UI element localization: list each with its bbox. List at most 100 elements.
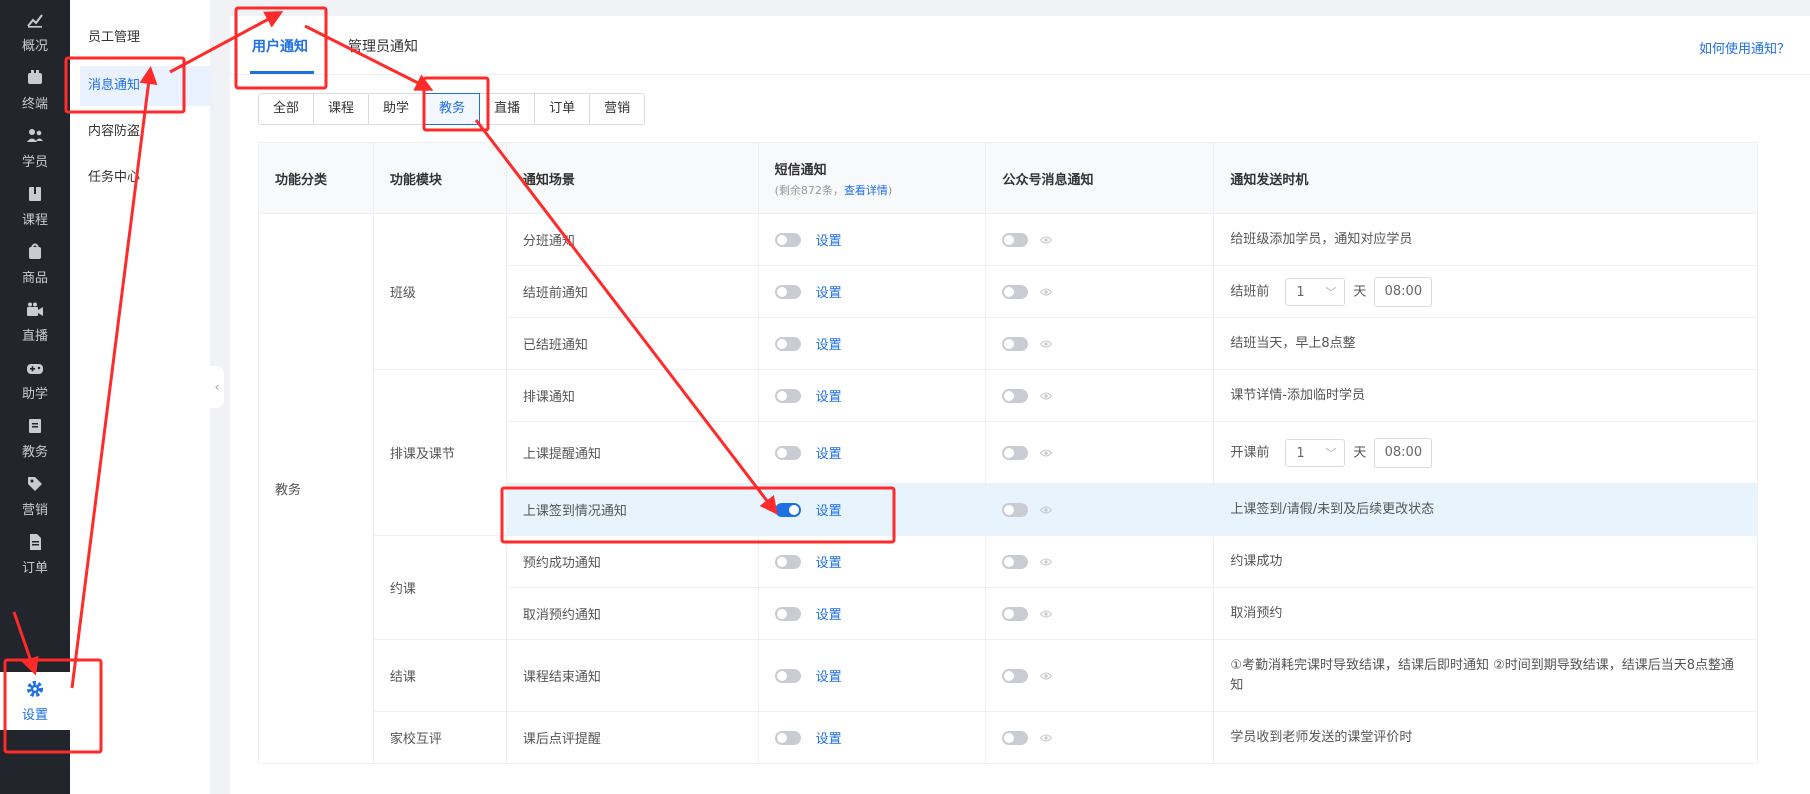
notification-tabs: 用户通知 管理员通知 如何使用通知？ [230, 16, 1810, 75]
nav-terminal[interactable]: 终端 [0, 60, 70, 120]
nav-live[interactable]: 直播 [0, 292, 70, 352]
wechat-toggle[interactable] [1002, 502, 1029, 517]
sms-settings-link[interactable]: 设置 [816, 286, 842, 301]
wechat-toggle[interactable] [1002, 388, 1029, 403]
filter-order[interactable]: 订单 [535, 94, 591, 124]
chevron-down-icon: ﹀ [1325, 285, 1337, 299]
tag-icon [28, 477, 42, 491]
sms-toggle[interactable] [774, 388, 801, 403]
sms-toggle[interactable] [774, 336, 801, 351]
gear-icon [27, 681, 43, 697]
eye-icon[interactable] [1040, 734, 1053, 742]
scene-cell: 上课提醒通知 [505, 421, 759, 484]
timing-cell: 开课前 1 ﹀ 天 08:00 [1213, 421, 1758, 484]
eye-icon[interactable] [1040, 340, 1053, 348]
wechat-toggle[interactable] [1002, 554, 1029, 569]
wechat-toggle[interactable] [1002, 284, 1029, 299]
day-unit: 天 [1353, 445, 1367, 460]
time-picker[interactable]: 08:00 [1374, 276, 1433, 307]
timing-cell: 结班前 1 ﹀ 天 08:00 [1213, 265, 1758, 318]
table-header-row: 功能分类 功能模块 通知场景 短信通知 (剩余872条，查看详情) 公众号消息通… [258, 142, 1758, 214]
sms-settings-link[interactable]: 设置 [816, 338, 842, 353]
wechat-toggle[interactable] [1002, 336, 1029, 351]
nav-assist[interactable]: 助学 [0, 350, 70, 410]
nav-students[interactable]: 学员 [0, 118, 70, 178]
sms-cell: 设置 [757, 213, 987, 266]
terminal-icon [28, 70, 42, 84]
sms-settings-link[interactable]: 设置 [816, 504, 842, 519]
sms-toggle[interactable] [774, 502, 801, 517]
wechat-toggle[interactable] [1002, 232, 1029, 247]
eye-icon[interactable] [1040, 288, 1053, 296]
tab-user-notifications[interactable]: 用户通知 [252, 36, 308, 56]
sms-toggle[interactable] [774, 668, 801, 683]
submenu-notifications[interactable]: 消息通知 [80, 66, 210, 106]
scene-cell: 上课签到情况通知 [505, 483, 759, 536]
sms-cell: 设置 [757, 369, 987, 422]
wechat-toggle[interactable] [1002, 445, 1029, 460]
tab-admin-notifications[interactable]: 管理员通知 [348, 36, 418, 56]
sms-detail-link[interactable]: 查看详情 [844, 184, 888, 197]
eye-icon[interactable] [1040, 449, 1053, 457]
scene-cell: 取消预约通知 [505, 587, 759, 640]
sms-settings-link[interactable]: 设置 [816, 234, 842, 249]
sms-settings-link[interactable]: 设置 [816, 608, 842, 623]
filter-live[interactable]: 直播 [480, 94, 536, 124]
timing-cell: 给班级添加学员，通知对应学员 [1213, 213, 1758, 266]
days-select[interactable]: 1 ﹀ [1285, 438, 1346, 467]
help-link[interactable]: 如何使用通知？ [1699, 38, 1790, 57]
time-picker[interactable]: 08:00 [1374, 437, 1433, 468]
nav-overview[interactable]: 概况 [0, 2, 70, 62]
wechat-toggle[interactable] [1002, 606, 1029, 621]
sms-toggle[interactable] [774, 445, 801, 460]
wechat-toggle[interactable] [1002, 730, 1029, 745]
nav-product[interactable]: 商品 [0, 234, 70, 294]
nav-academic[interactable]: 教务 [0, 408, 70, 468]
nav-order[interactable]: 订单 [0, 524, 70, 584]
filter-academic[interactable]: 教务 [424, 93, 481, 125]
sms-toggle[interactable] [774, 606, 801, 621]
nav-settings[interactable]: 设置 [0, 672, 70, 730]
nav-label: 教务 [21, 445, 48, 460]
submenu-anti-piracy[interactable]: 内容防盗 [70, 112, 200, 152]
sms-settings-link[interactable]: 设置 [816, 670, 842, 685]
sms-settings-link[interactable]: 设置 [816, 390, 842, 405]
nav-course[interactable]: 课程 [0, 176, 70, 236]
eye-icon[interactable] [1040, 558, 1053, 566]
filter-all[interactable]: 全部 [259, 94, 315, 124]
wechat-toggle[interactable] [1002, 668, 1029, 683]
collapse-handle[interactable]: ‹ [210, 366, 224, 408]
eye-icon[interactable] [1040, 236, 1053, 244]
wechat-cell [985, 265, 1215, 318]
days-value: 1 [1296, 445, 1305, 461]
filter-marketing[interactable]: 营销 [590, 94, 644, 124]
sms-settings-link[interactable]: 设置 [816, 732, 842, 747]
sms-settings-link[interactable]: 设置 [816, 447, 842, 462]
sms-remaining: (剩余872条，查看详情) [775, 182, 985, 198]
sms-toggle[interactable] [774, 730, 801, 745]
sms-toggle[interactable] [774, 232, 801, 247]
filter-course[interactable]: 课程 [314, 94, 370, 124]
sms-cell: 设置 [757, 317, 987, 370]
eye-icon[interactable] [1040, 672, 1053, 680]
wechat-cell [985, 639, 1215, 712]
sms-toggle[interactable] [774, 554, 801, 569]
active-tab-indicator [250, 71, 314, 74]
eye-icon[interactable] [1040, 392, 1053, 400]
table-row: 约课 预约成功通知 设置 约课成功 [259, 535, 1758, 640]
module-cell: 结课 [372, 639, 507, 712]
eye-icon[interactable] [1040, 610, 1053, 618]
sms-toggle[interactable] [774, 284, 801, 299]
days-select[interactable]: 1 ﹀ [1285, 277, 1346, 306]
order-icon [30, 534, 41, 550]
timing-cell: 课节详情-添加临时学员 [1213, 369, 1758, 422]
submenu-staff[interactable]: 员工管理 [70, 18, 200, 58]
timing-cell: 取消预约 [1213, 587, 1758, 640]
filter-assist[interactable]: 助学 [369, 94, 425, 124]
sms-settings-link[interactable]: 设置 [816, 556, 842, 571]
gamepad-icon [27, 364, 43, 374]
timing-cell: 上课签到/请假/未到及后续更改状态 [1213, 483, 1758, 536]
eye-icon[interactable] [1040, 506, 1053, 514]
nav-marketing[interactable]: 营销 [0, 466, 70, 526]
submenu-tasks[interactable]: 任务中心 [70, 158, 200, 198]
